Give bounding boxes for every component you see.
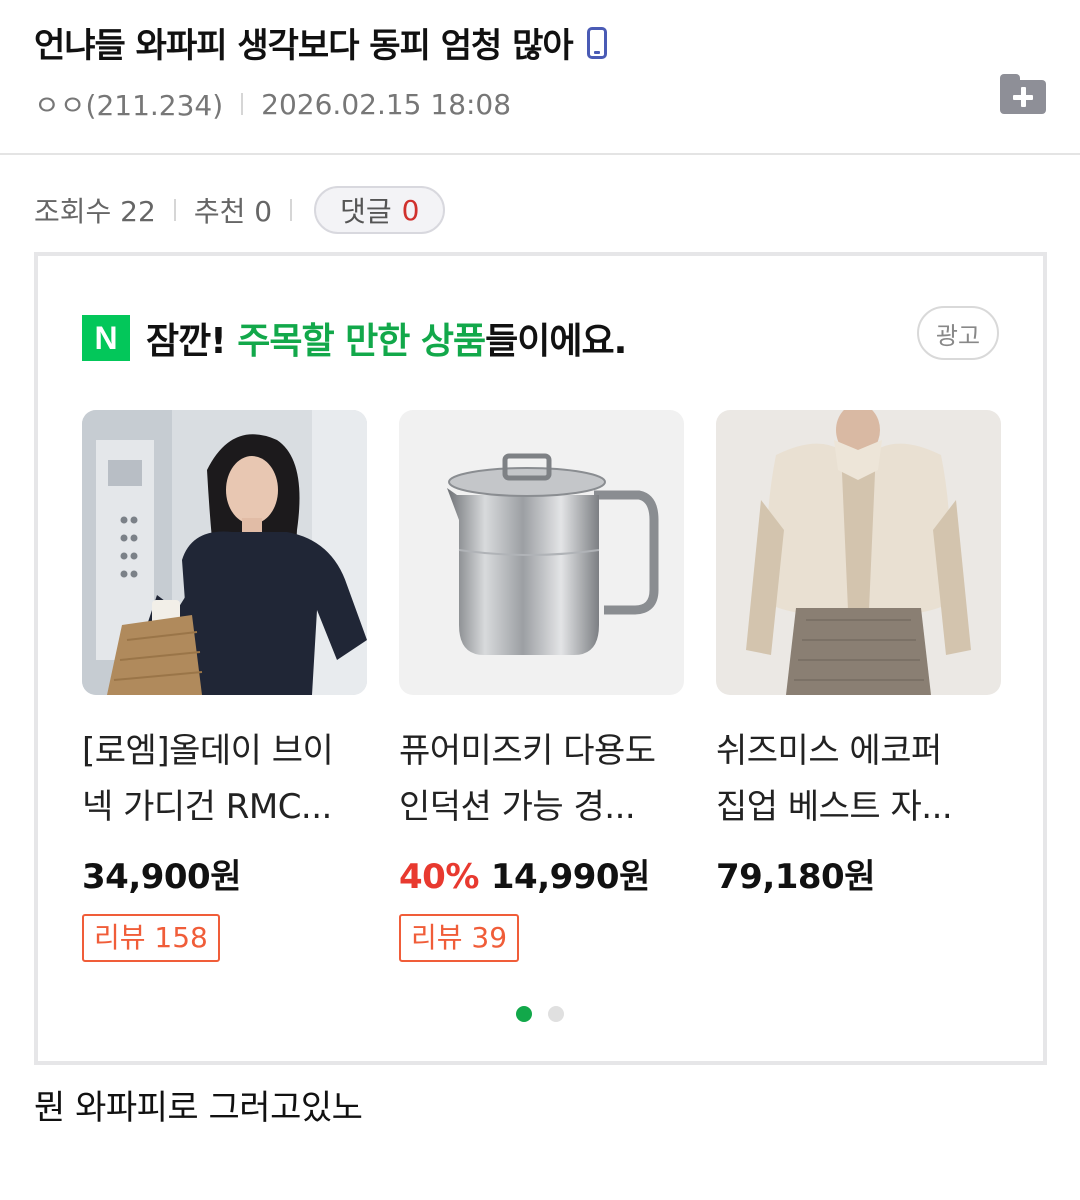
product-carousel: [로엠]올데이 브이 넥 가디건 RMC... 34,900원 리뷰 158 퓨… [82, 410, 1001, 962]
product-card[interactable]: [로엠]올데이 브이 넥 가디건 RMC... 34,900원 리뷰 158 [82, 410, 367, 962]
mobile-icon [586, 26, 607, 59]
stats-divider [173, 199, 176, 221]
view-count: 조회수 22 [34, 195, 156, 228]
ad-headline: 잠깐! 주목할 만한 상품들이에요. [146, 321, 627, 362]
product-price: 79,180원 [716, 857, 875, 897]
comment-count: 0 [401, 193, 420, 227]
ad-header: N 잠깐! 주목할 만한 상품들이에요. [82, 312, 627, 364]
post-meta: ㅇㅇ(211.234) 2026.02.15 18:08 [34, 84, 511, 124]
review-badge: 리뷰 158 [82, 914, 220, 962]
post-stats: 조회수 22 추천 0 댓글 0 [34, 186, 446, 234]
review-badge: 리뷰 39 [399, 914, 520, 962]
shopping-ad-box: N 잠깐! 주목할 만한 상품들이에요. 광고 [로엠]올데이 브이 넥 가디건… [34, 252, 1047, 1065]
product-name[interactable]: 퓨어미즈키 다용도 인덕션 가능 경... [399, 723, 684, 835]
scrap-button[interactable] [1000, 74, 1046, 114]
header-divider [0, 153, 1080, 155]
carousel-dot-1[interactable] [516, 1006, 532, 1022]
product-price: 34,900원 [82, 857, 241, 897]
carousel-pagination [516, 1006, 564, 1022]
post-title-text: 언냐들 와파피 생각보다 동피 엄청 많아 [34, 26, 574, 66]
product-card[interactable]: 쉬즈미스 에코퍼 집업 베스트 자... 79,180원 [716, 410, 1001, 962]
meta-divider [241, 93, 244, 115]
product-image-fur-vest[interactable] [716, 410, 1001, 695]
product-price: 40% 14,990원 [399, 857, 650, 897]
product-card[interactable]: 퓨어미즈키 다용도 인덕션 가능 경... 40% 14,990원 리뷰 39 [399, 410, 684, 962]
post-header: 언냐들 와파피 생각보다 동피 엄청 많아 ㅇㅇ(211.234) 2026.0… [34, 0, 1046, 155]
product-name[interactable]: 쉬즈미스 에코퍼 집업 베스트 자... [716, 723, 1001, 835]
product-name[interactable]: [로엠]올데이 브이 넥 가디건 RMC... [82, 723, 367, 835]
naver-logo: N [82, 315, 130, 361]
product-image-cardigan[interactable] [82, 410, 367, 695]
stats-divider [290, 199, 293, 221]
carousel-dot-2[interactable] [548, 1006, 564, 1022]
recommend-count: 추천 0 [193, 195, 273, 228]
ad-badge[interactable]: 광고 [917, 306, 999, 360]
product-discount: 40% [399, 857, 479, 897]
comment-label: 댓글 [340, 195, 392, 228]
author[interactable]: ㅇㅇ(211.234) [34, 84, 223, 124]
post-datetime: 2026.02.15 18:08 [261, 87, 512, 121]
post-body: 뭔 와파피로 그러고있노 [34, 1088, 363, 1128]
post-title: 언냐들 와파피 생각보다 동피 엄청 많아 [34, 18, 607, 67]
product-image-pot[interactable] [399, 410, 684, 695]
comment-button[interactable]: 댓글 0 [314, 186, 446, 234]
